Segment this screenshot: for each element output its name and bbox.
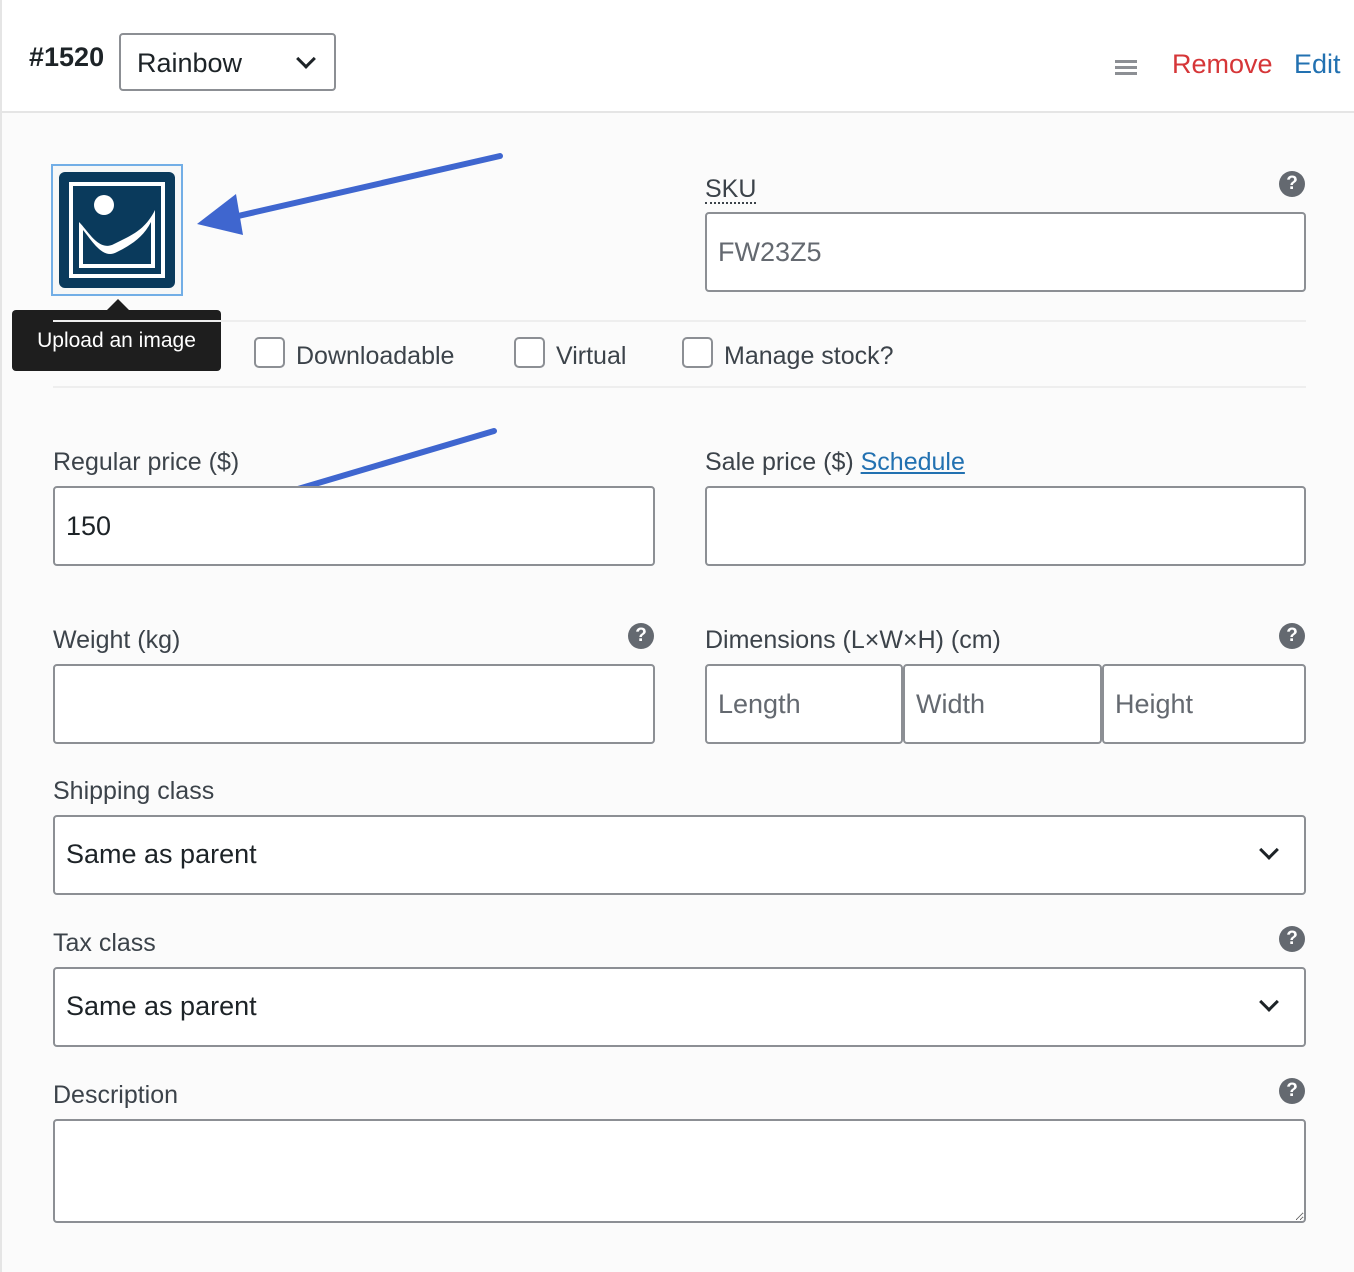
virtual-checkbox[interactable]: [514, 337, 545, 368]
weight-label: Weight (kg): [53, 626, 181, 654]
sale-price-label-group: Sale price ($) Schedule: [705, 448, 965, 477]
arrow-annotation-image: [171, 153, 503, 533]
sale-price-label: Sale price ($): [705, 448, 854, 476]
downloadable-label: Downloadable: [296, 342, 455, 370]
height-input[interactable]: [1102, 664, 1306, 744]
sale-price-input[interactable]: [705, 486, 1306, 566]
schedule-link[interactable]: Schedule: [861, 448, 965, 476]
help-icon[interactable]: ?: [1279, 1078, 1305, 1104]
sku-label: SKU: [705, 175, 757, 204]
help-icon[interactable]: ?: [1279, 623, 1305, 649]
chevron-down-icon: [1259, 840, 1279, 860]
weight-input[interactable]: [53, 664, 655, 744]
manage-stock-checkbox[interactable]: [682, 337, 713, 368]
sku-input[interactable]: [705, 212, 1306, 292]
manage-stock-label: Manage stock?: [724, 342, 894, 370]
shipping-class-value: Same as parent: [66, 839, 257, 869]
description-textarea[interactable]: [53, 1119, 1306, 1223]
regular-price-input[interactable]: [53, 486, 655, 566]
help-icon[interactable]: ?: [1279, 171, 1305, 197]
regular-price-label: Regular price ($): [53, 448, 240, 476]
virtual-label: Virtual: [556, 342, 627, 370]
help-icon[interactable]: ?: [1279, 926, 1305, 952]
dimensions-label: Dimensions (L×W×H) (cm): [705, 626, 1001, 654]
help-icon[interactable]: ?: [628, 623, 654, 649]
divider: [53, 320, 1306, 322]
width-input[interactable]: [903, 664, 1102, 744]
tax-class-label: Tax class: [53, 929, 156, 957]
downloadable-checkbox[interactable]: [254, 337, 285, 368]
tax-class-value: Same as parent: [66, 991, 257, 1021]
tax-class-select[interactable]: Same as parent: [53, 967, 1306, 1047]
chevron-down-icon: [1259, 992, 1279, 1012]
shipping-class-select[interactable]: Same as parent: [53, 815, 1306, 895]
shipping-class-label: Shipping class: [53, 777, 215, 805]
description-label: Description: [53, 1081, 179, 1109]
divider: [53, 386, 1306, 388]
length-input[interactable]: [705, 664, 903, 744]
